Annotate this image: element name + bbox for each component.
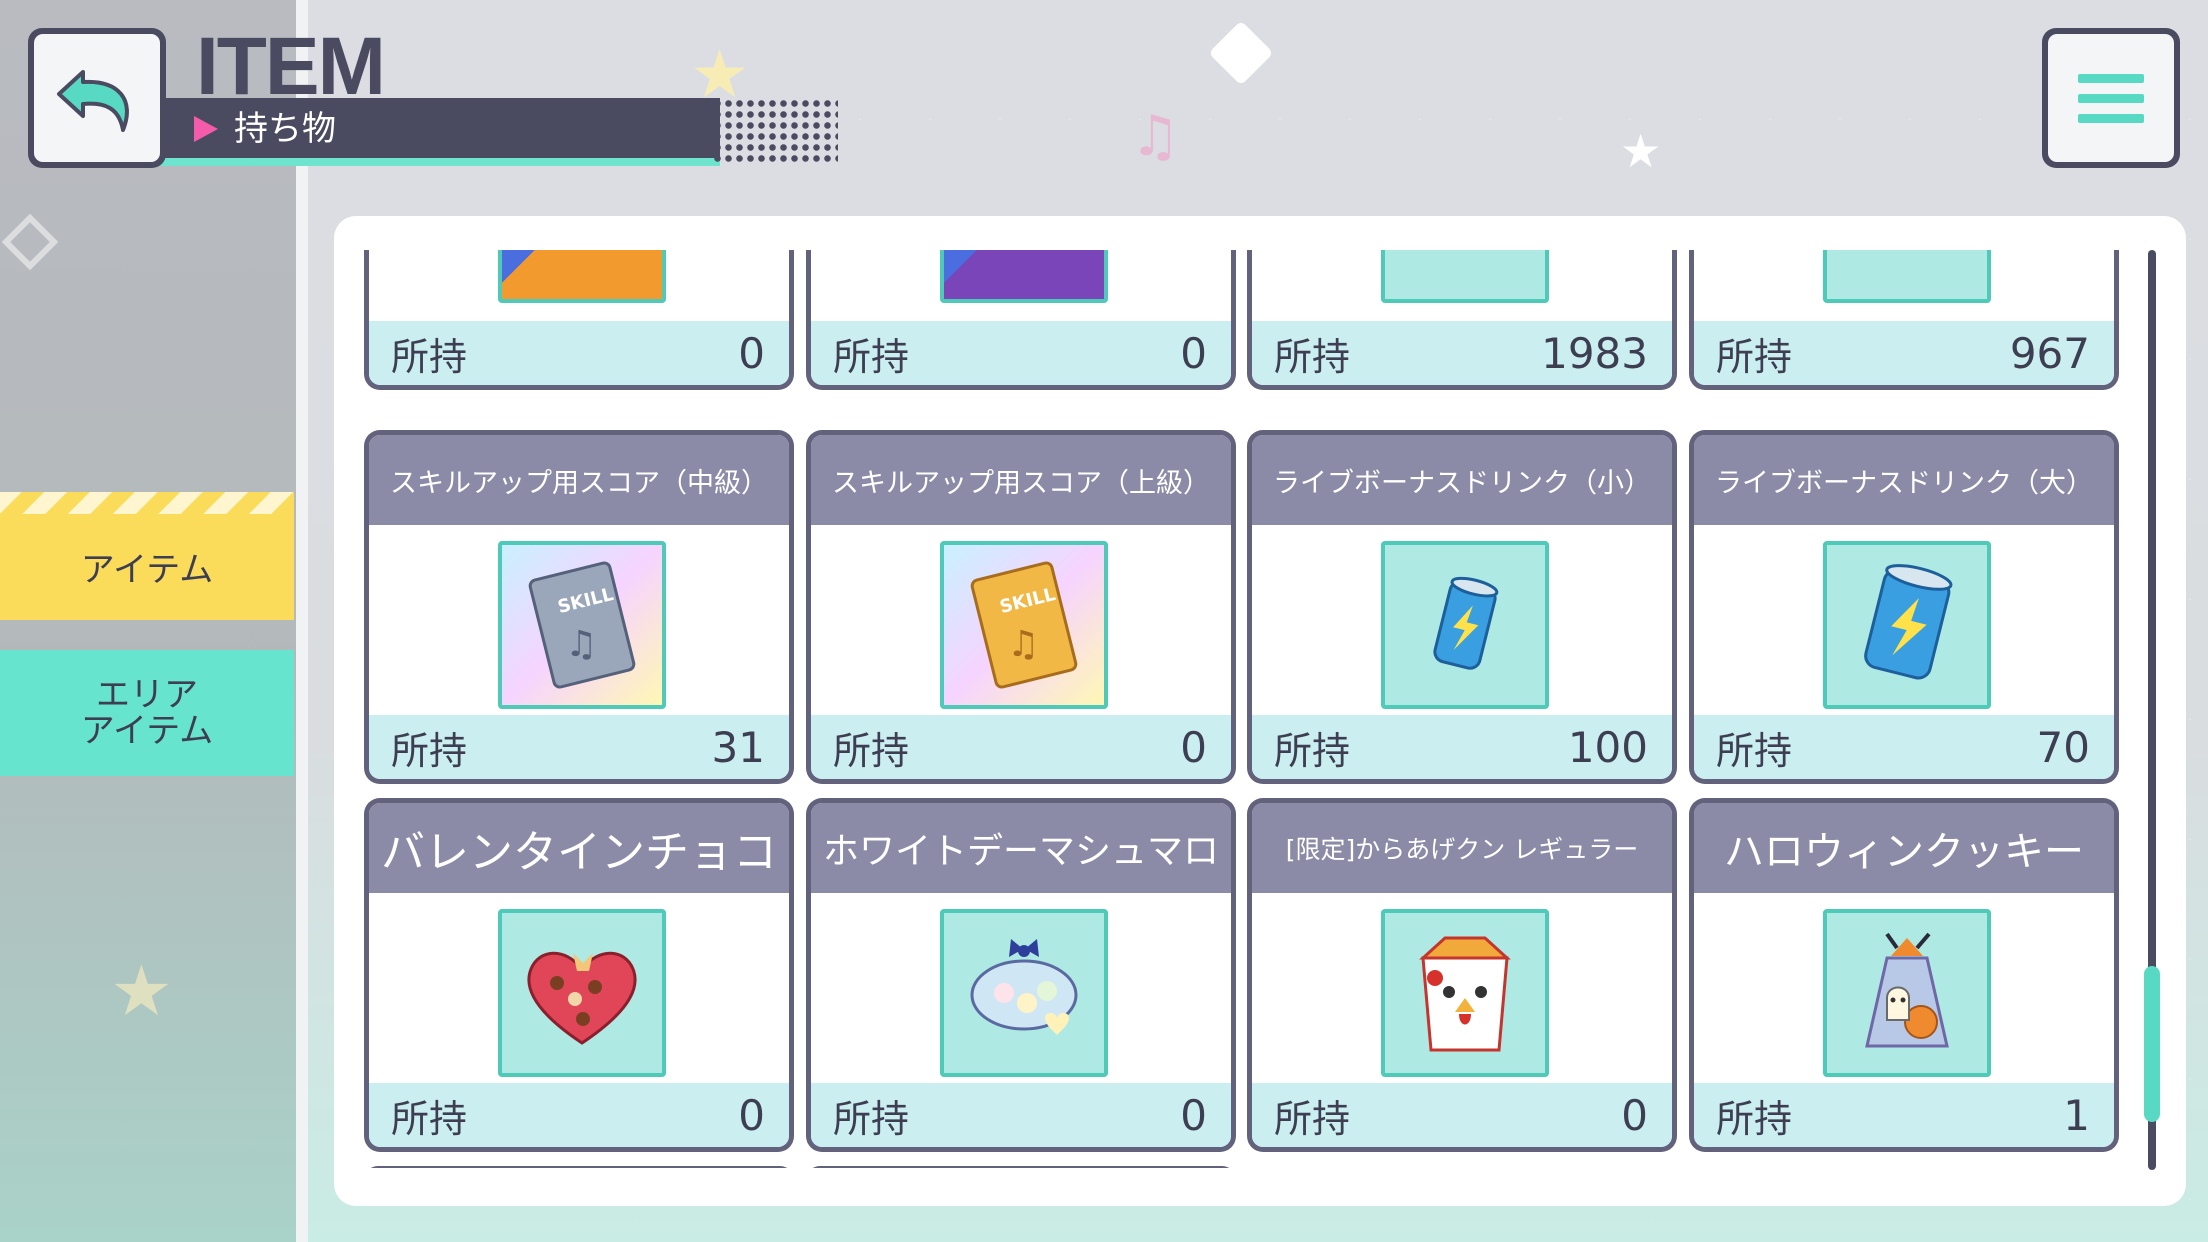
owned-label: 所持 — [1274, 1096, 1351, 1141]
title-halftone — [712, 98, 838, 166]
owned-count: 0 — [1180, 1090, 1207, 1140]
skill-score-silver-icon: SKILL ♫ — [498, 541, 666, 709]
owned-count-row: 所持 100 — [1252, 715, 1672, 779]
title-bar-accent — [160, 158, 720, 166]
item-card[interactable]: ♫ 所持 0 — [806, 250, 1236, 390]
energy-drink-small-icon — [1381, 541, 1549, 709]
item-card[interactable]: ライブボーナスドリンク（大） 所持 70 — [1689, 430, 2119, 784]
item-name: スキルアップ用スコア（中級） — [369, 435, 789, 525]
item-card-peek — [806, 1166, 1236, 1168]
page-subtitle: 持ち物 — [234, 109, 336, 149]
item-grid[interactable]: ♫ 所持 0 ♫ 所持 0 𝄞 所持 1983 — [364, 250, 2130, 1168]
item-name: ライブボーナスドリンク（小） — [1252, 435, 1672, 525]
owned-count-row: 所持 0 — [369, 1083, 789, 1147]
item-card[interactable]: バレンタインチョコ 所持 0 — [364, 798, 794, 1152]
owned-label: 所持 — [1274, 334, 1351, 379]
back-button[interactable] — [28, 28, 166, 168]
item-card[interactable]: スキルアップ用スコア（中級） SKILL ♫ 所持 31 — [364, 430, 794, 784]
owned-count-row: 所持 31 — [369, 715, 789, 779]
svg-text:♫: ♫ — [565, 624, 597, 665]
owned-label: 所持 — [391, 334, 468, 379]
owned-count: 1 — [2063, 1090, 2090, 1140]
item-card[interactable]: [限定]からあげクン レギュラー 所持 0 — [1247, 798, 1677, 1152]
tab-item[interactable]: アイテム — [0, 492, 294, 620]
music-card-icon: ♫ — [940, 250, 1108, 303]
owned-count: 31 — [711, 722, 765, 772]
owned-label: 所持 — [833, 334, 910, 379]
item-card[interactable]: 𝄞 所持 1983 — [1247, 250, 1677, 390]
owned-count-row: 所持 0 — [369, 321, 789, 385]
owned-count-row: 所持 70 — [1694, 715, 2114, 779]
star-emblem-icon: ★ — [110, 950, 173, 1032]
karaage-box-icon — [1381, 909, 1549, 1077]
owned-count: 0 — [1621, 1090, 1648, 1140]
sidebar-divider — [296, 0, 308, 1242]
owned-label: 所持 — [391, 728, 468, 773]
svg-text:♫: ♫ — [1007, 624, 1039, 665]
music-card-icon: ♫ — [498, 250, 666, 303]
item-name: [限定]からあげクン レギュラー — [1252, 803, 1672, 893]
owned-label: 所持 — [833, 1096, 910, 1141]
tab-area-item-label: エリア アイテム — [80, 675, 214, 751]
energy-drink-large-icon — [1823, 541, 1991, 709]
sheet-music-icon: 𝄞 — [1381, 250, 1549, 303]
item-card[interactable]: ホワイトデーマシュマロ 所持 0 — [806, 798, 1236, 1152]
item-card[interactable]: ハロウィンクッキー 所持 1 — [1689, 798, 2119, 1152]
owned-count-row: 所持 0 — [811, 715, 1231, 779]
tab-item-label: アイテム — [80, 549, 214, 590]
owned-count-row: 所持 1 — [1694, 1083, 2114, 1147]
star-icon: ★ — [1620, 124, 1662, 178]
item-name: ライブボーナスドリンク（大） — [1694, 435, 2114, 525]
sidebar — [0, 0, 296, 1242]
owned-label: 所持 — [1716, 728, 1793, 773]
owned-count: 0 — [738, 328, 765, 378]
owned-count: 100 — [1567, 722, 1648, 772]
skill-score-gold-icon: SKILL ♫ — [940, 541, 1108, 709]
item-card[interactable]: ライブボーナスドリンク（小） 所持 100 — [1247, 430, 1677, 784]
item-name: スキルアップ用スコア（上級） — [811, 435, 1231, 525]
menu-button[interactable] — [2042, 28, 2180, 168]
owned-count-row: 所持 967 — [1694, 321, 2114, 385]
play-arrow-icon — [194, 116, 218, 142]
owned-count: 967 — [2009, 328, 2090, 378]
item-card[interactable]: 𝄞 所持 967 — [1689, 250, 2119, 390]
owned-count-row: 所持 0 — [1252, 1083, 1672, 1147]
item-name: ハロウィンクッキー — [1694, 803, 2114, 893]
owned-label: 所持 — [833, 728, 910, 773]
item-name: バレンタインチョコ — [369, 803, 789, 893]
item-card[interactable]: ♫ 所持 0 — [364, 250, 794, 390]
owned-count: 1983 — [1541, 328, 1648, 378]
owned-count: 70 — [2036, 722, 2090, 772]
owned-count: 0 — [1180, 328, 1207, 378]
item-list-panel[interactable]: ♫ 所持 0 ♫ 所持 0 𝄞 所持 1983 — [334, 216, 2186, 1206]
owned-count: 0 — [738, 1090, 765, 1140]
back-arrow-icon — [57, 70, 129, 132]
owned-label: 所持 — [391, 1096, 468, 1141]
owned-count: 0 — [1180, 722, 1207, 772]
item-card-peek — [364, 1166, 794, 1168]
hamburger-menu-icon — [2078, 74, 2144, 123]
owned-label: 所持 — [1274, 728, 1351, 773]
music-note-icon: ♫ — [1130, 104, 1181, 169]
owned-label: 所持 — [1716, 1096, 1793, 1141]
item-card[interactable]: スキルアップ用スコア（上級） SKILL ♫ 所持 0 — [806, 430, 1236, 784]
page-title: ITEM — [196, 21, 386, 112]
item-name: ホワイトデーマシュマロ — [811, 803, 1231, 893]
tab-area-item[interactable]: エリア アイテム — [0, 650, 294, 776]
scrollbar-thumb[interactable] — [2144, 966, 2160, 1122]
owned-label: 所持 — [1716, 334, 1793, 379]
sheet-music-icon: 𝄞 — [1823, 250, 1991, 303]
owned-count-row: 所持 0 — [811, 321, 1231, 385]
tab-stripes — [0, 492, 294, 514]
marshmallow-box-icon — [940, 909, 1108, 1077]
halloween-cookie-icon — [1823, 909, 1991, 1077]
owned-count-row: 所持 1983 — [1252, 321, 1672, 385]
owned-count-row: 所持 0 — [811, 1083, 1231, 1147]
chocolate-box-icon — [498, 909, 666, 1077]
